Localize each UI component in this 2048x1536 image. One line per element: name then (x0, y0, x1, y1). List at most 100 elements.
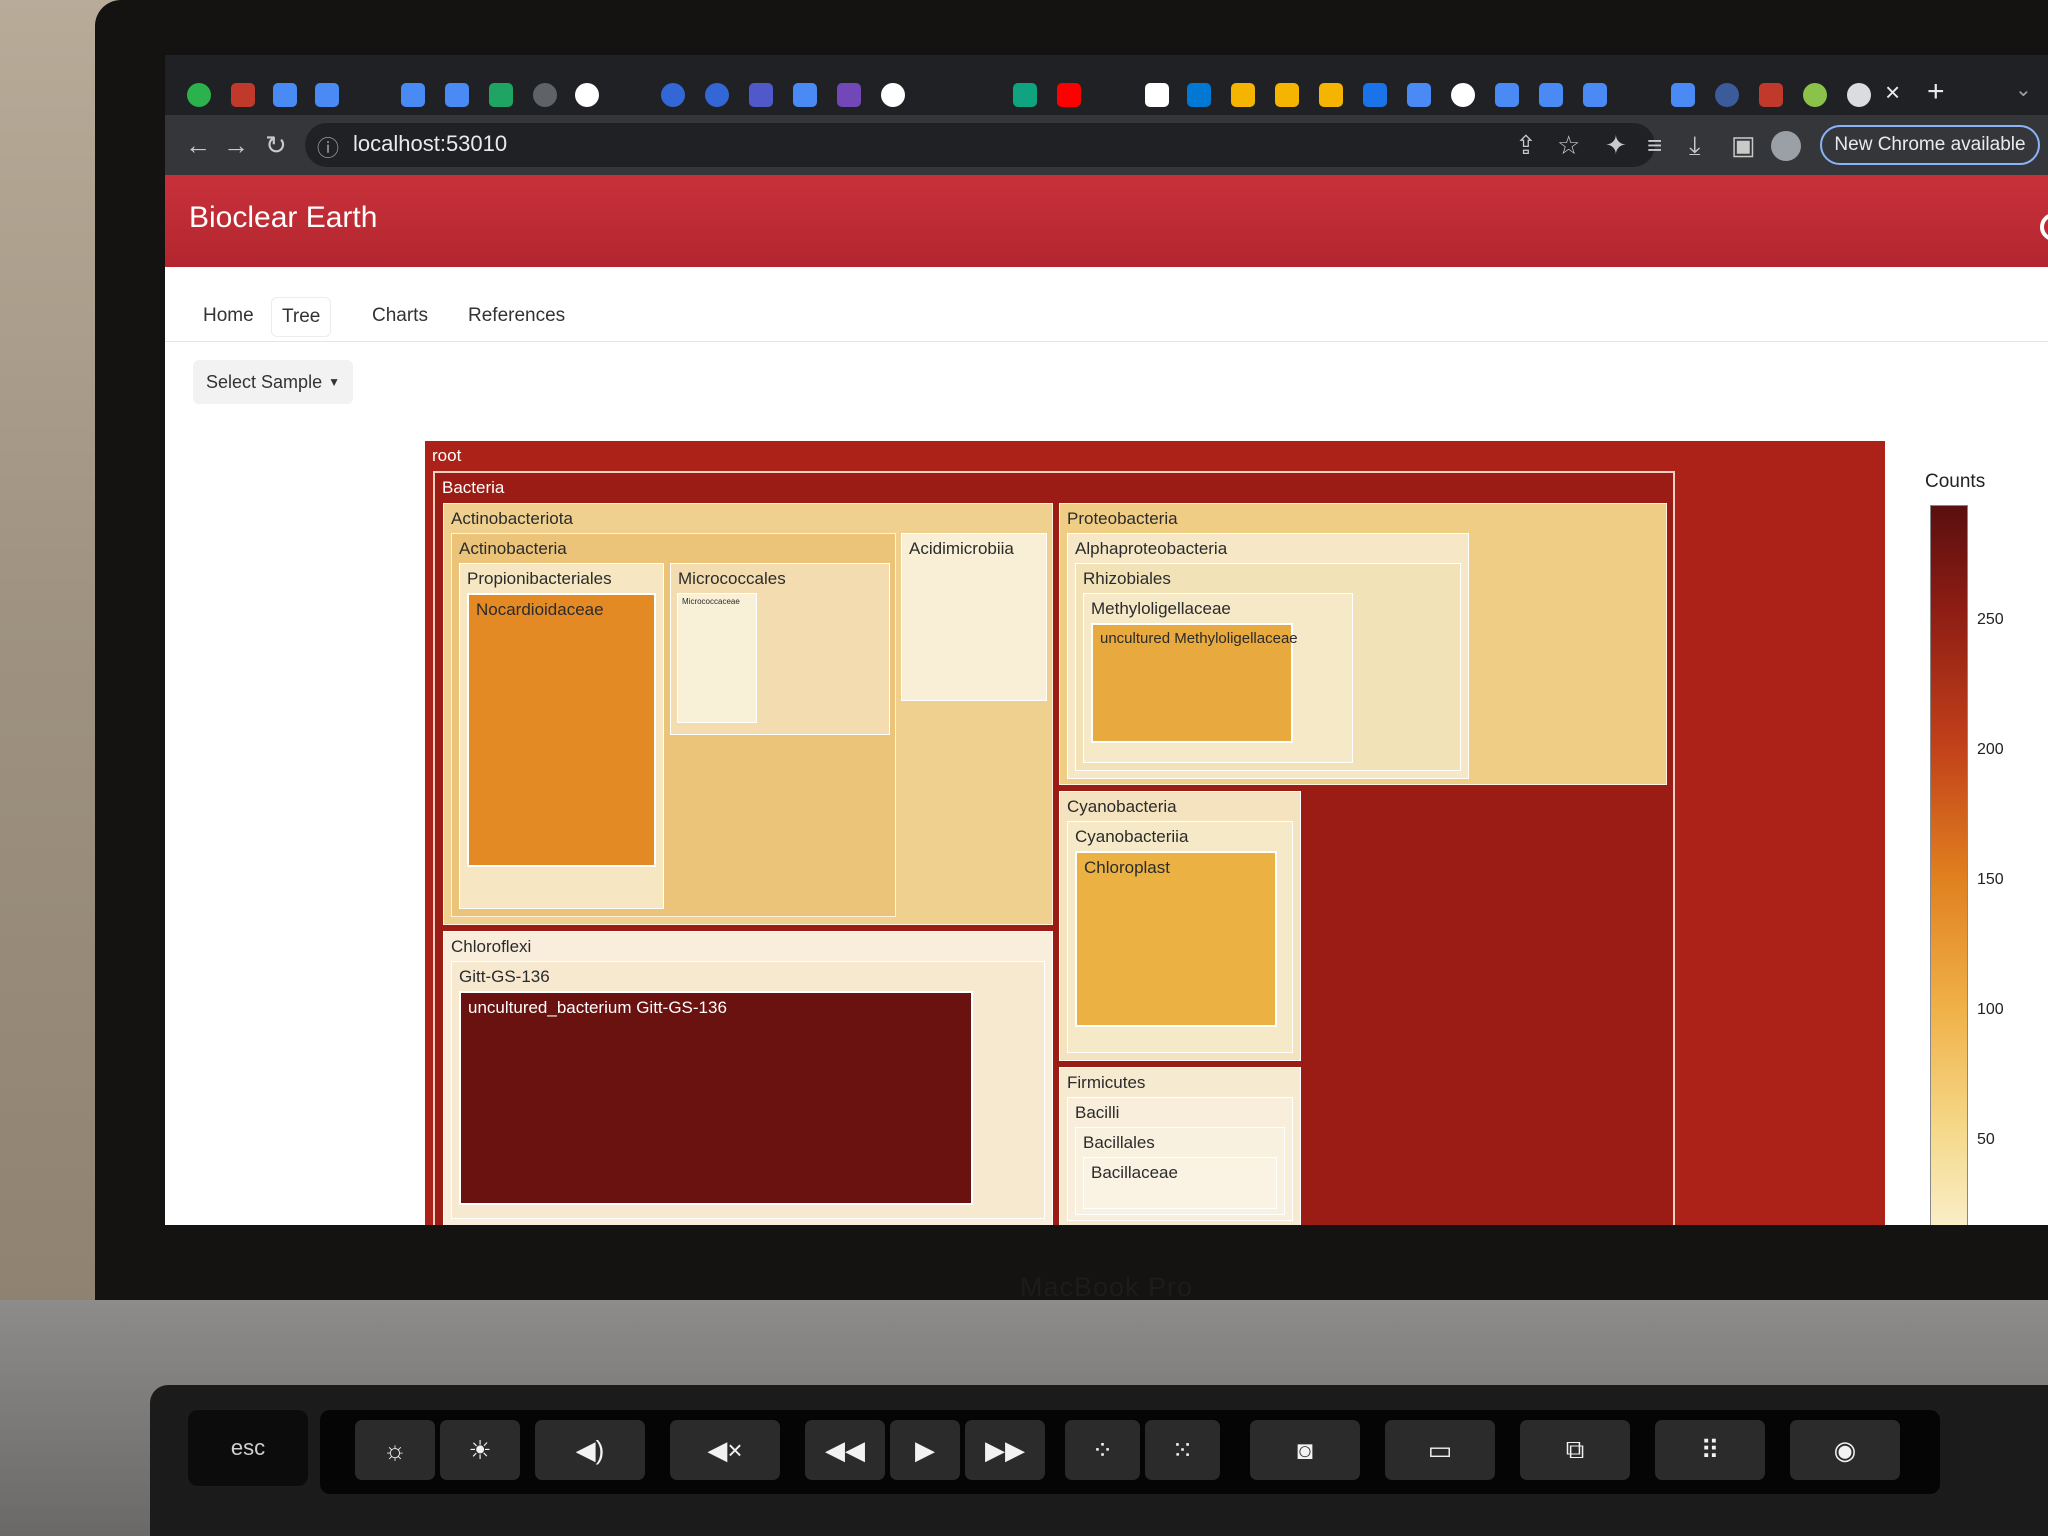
node-label: Chloroflexi (451, 937, 532, 956)
new-chrome-available-button[interactable]: New Chrome available (1820, 125, 2040, 165)
keyboard-light-down-icon[interactable]: ⁘ (1065, 1420, 1140, 1480)
app-navbar: Bioclear Earth (165, 175, 2048, 267)
download-icon[interactable]: ⤓ (1689, 127, 1701, 163)
tab-icon[interactable] (1715, 83, 1739, 107)
docs-tab-icon[interactable] (401, 83, 425, 107)
mute-icon[interactable]: ◀× (670, 1420, 780, 1480)
tab-icon[interactable] (1671, 83, 1695, 107)
colorbar-title: Counts (1925, 471, 1986, 492)
screenshot-icon[interactable]: ◙ (1250, 1420, 1360, 1480)
forward-icon[interactable]: → (223, 127, 249, 163)
bookmark-star-icon[interactable]: ☆ (1557, 127, 1580, 163)
brand-title[interactable]: Bioclear Earth (189, 201, 377, 235)
esc-key[interactable]: esc (188, 1410, 308, 1486)
colorbar-tick: 100 (1977, 1001, 2004, 1018)
colorbar (1930, 505, 1968, 1225)
close-tab-icon[interactable]: × (1885, 77, 1900, 108)
keyboard-light-up-icon[interactable]: ⁙ (1145, 1420, 1220, 1480)
chevron-down-icon[interactable]: ⌄ (2015, 77, 2032, 102)
history-tab-icon[interactable] (533, 83, 557, 107)
docs-tab-icon[interactable] (793, 83, 817, 107)
reading-list-icon[interactable]: ≡ (1647, 127, 1662, 163)
tab-references[interactable]: References (458, 297, 575, 335)
docs-tab-icon[interactable] (273, 83, 297, 107)
share-icon[interactable]: ⇪ (1515, 127, 1537, 163)
select-sample-dropdown[interactable]: Select Sample ▼ (193, 360, 353, 404)
node-label: Bacteria (442, 478, 505, 497)
app-tab-icon[interactable] (231, 83, 255, 107)
treemap-node-acidimicrobiia[interactable]: Acidimicrobiia (901, 533, 1047, 701)
docs-tab-icon[interactable] (315, 83, 339, 107)
docs-tab-icon[interactable] (1407, 83, 1431, 107)
laptop-model-label: MacBook Pro (1020, 1272, 1194, 1302)
treemap-node-nocardioidaceae[interactable]: Nocardioidaceae (467, 593, 656, 867)
mission-control-icon[interactable]: ⧉ (1520, 1420, 1630, 1480)
tab-charts[interactable]: Charts (362, 297, 438, 335)
info-icon[interactable]: ⓘ (317, 131, 339, 163)
volume-icon[interactable]: ◀) (535, 1420, 645, 1480)
tab-icon[interactable] (705, 83, 729, 107)
node-label: Chloroplast (1084, 858, 1170, 877)
docs-tab-icon[interactable] (445, 83, 469, 107)
back-icon[interactable]: ← (185, 127, 211, 163)
treemap-node-uncultured-methyloligellaceae[interactable]: uncultured Methyloligellaceae (1091, 623, 1298, 743)
docs-tab-icon[interactable] (1583, 83, 1607, 107)
fast-forward-icon[interactable]: ▶▶ (965, 1420, 1045, 1480)
browser-toolbar: ← → ↻ ⓘ localhost:53010 ⇪ ☆ ✦ ≡ ⤓ ▣ New … (165, 115, 2048, 175)
chatgpt-tab-icon[interactable] (1013, 83, 1037, 107)
forms-tab-icon[interactable] (837, 83, 861, 107)
sheets-tab-icon[interactable] (489, 83, 513, 107)
treemap-node-micrococcaceae[interactable]: Micrococcaceae (677, 593, 757, 723)
chart-tab-icon[interactable] (1231, 83, 1255, 107)
google-tab-icon[interactable] (575, 83, 599, 107)
chart-tab-icon[interactable] (1275, 83, 1299, 107)
treemap-node-chloroplast[interactable]: Chloroplast (1075, 851, 1277, 1027)
address-bar[interactable]: ⓘ localhost:53010 (305, 123, 1655, 167)
teams-tab-icon[interactable] (749, 83, 773, 107)
rewind-icon[interactable]: ◀◀ (805, 1420, 885, 1480)
avatar[interactable] (1771, 131, 1801, 161)
url-text: localhost:53010 (353, 131, 508, 156)
extensions-icon[interactable]: ✦ (1605, 127, 1627, 163)
outlook-tab-icon[interactable] (1187, 83, 1211, 107)
treemap-node-uncultured-gitt-gs-136[interactable]: uncultured_bacterium Gitt-GS-136 (459, 991, 973, 1205)
tab-icon[interactable] (1363, 83, 1387, 107)
whatsapp-tab-icon[interactable] (187, 83, 211, 107)
web-page: Bioclear Earth Home Tree Charts Referenc… (165, 175, 2048, 1225)
tab-icon[interactable] (1759, 83, 1783, 107)
brightness-up-icon[interactable]: ☀ (440, 1420, 520, 1480)
node-label: Bacillales (1083, 1133, 1155, 1152)
node-label: Methyloligellaceae (1091, 599, 1231, 618)
node-label: Proteobacteria (1067, 509, 1178, 528)
tab-icon[interactable] (1803, 83, 1827, 107)
node-label: Acidimicrobiia (909, 539, 1014, 558)
tab-icon[interactable] (661, 83, 685, 107)
docs-tab-icon[interactable] (1495, 83, 1519, 107)
brightness-down-icon[interactable]: ☼ (355, 1420, 435, 1480)
tab-tree[interactable]: Tree (271, 297, 332, 337)
loading-spinner-icon (2040, 213, 2048, 241)
docs-tab-icon[interactable] (1539, 83, 1563, 107)
side-panel-icon[interactable]: ▣ (1731, 127, 1756, 163)
treemap-node-bacillaceae[interactable]: Bacillaceae (1083, 1157, 1277, 1209)
play-icon[interactable]: ▶ (890, 1420, 960, 1480)
tab-icon[interactable] (1145, 83, 1169, 107)
siri-icon[interactable]: ◉ (1790, 1420, 1900, 1480)
new-tab-icon[interactable]: + (1927, 75, 1945, 109)
google-tab-icon[interactable] (881, 83, 905, 107)
node-label: Actinobacteria (459, 539, 567, 558)
node-label: Alphaproteobacteria (1075, 539, 1228, 558)
node-label: Propionibacteriales (467, 569, 612, 588)
youtube-tab-icon[interactable] (1057, 83, 1081, 107)
colorbar-tick: 250 (1977, 611, 2004, 628)
chrome-tab-icon[interactable] (1847, 83, 1871, 107)
tab-icon[interactable] (1451, 83, 1475, 107)
node-label: Bacillaceae (1091, 1163, 1178, 1182)
chart-tab-icon[interactable] (1319, 83, 1343, 107)
launchpad-icon[interactable]: ⠿ (1655, 1420, 1765, 1480)
tab-home[interactable]: Home (193, 297, 264, 335)
node-label: root (432, 446, 462, 465)
colorbar-tick: 50 (1977, 1131, 1995, 1148)
screen-icon[interactable]: ▭ (1385, 1420, 1495, 1480)
reload-icon[interactable]: ↻ (265, 127, 287, 163)
